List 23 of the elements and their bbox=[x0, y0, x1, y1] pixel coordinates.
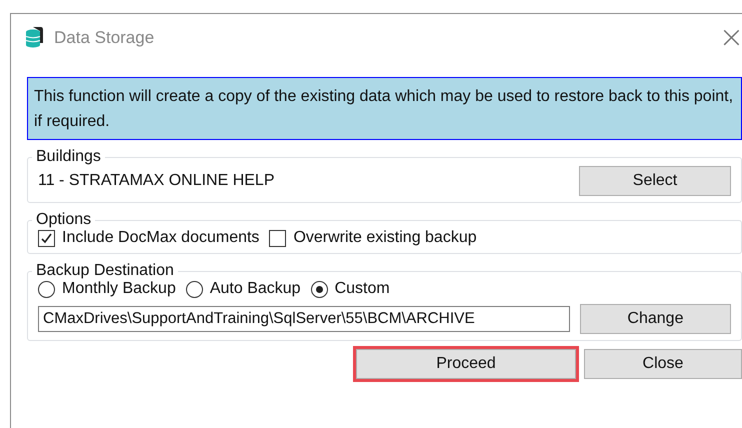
radio-label: Custom bbox=[334, 280, 390, 298]
checkbox-label: Include DocMax documents bbox=[62, 229, 260, 247]
proceed-button[interactable]: Proceed bbox=[356, 349, 576, 379]
select-button[interactable]: Select bbox=[579, 166, 731, 196]
path-field[interactable]: CMaxDrives\SupportAndTraining\SqlServer\55\BCM\ARCHIVE bbox=[38, 306, 570, 332]
change-button[interactable]: Change bbox=[580, 304, 731, 334]
building-name: 11 - STRATAMAX ONLINE HELP bbox=[38, 172, 274, 190]
checkbox[interactable] bbox=[269, 230, 286, 246]
info-banner: This function will create a copy of the existing data which may be used to restore back to this point, if required. bbox=[27, 77, 742, 140]
group-legend: Options bbox=[32, 211, 96, 229]
radio-button[interactable] bbox=[186, 280, 203, 298]
group-legend: Backup Destination bbox=[32, 262, 178, 280]
database-icon bbox=[26, 27, 44, 49]
group-legend: Buildings bbox=[32, 148, 105, 166]
checkbox[interactable] bbox=[38, 230, 55, 246]
checkbox-label: Overwrite existing backup bbox=[293, 229, 477, 247]
window-title: Data Storage bbox=[54, 28, 154, 48]
radio-label: Auto Backup bbox=[210, 280, 301, 298]
radio-button[interactable] bbox=[38, 280, 55, 298]
close-dialog-button[interactable]: Close bbox=[584, 349, 742, 379]
radio-label: Monthly Backup bbox=[62, 280, 176, 298]
close-button[interactable]: × bbox=[718, 23, 742, 53]
radio-button[interactable] bbox=[310, 280, 328, 298]
